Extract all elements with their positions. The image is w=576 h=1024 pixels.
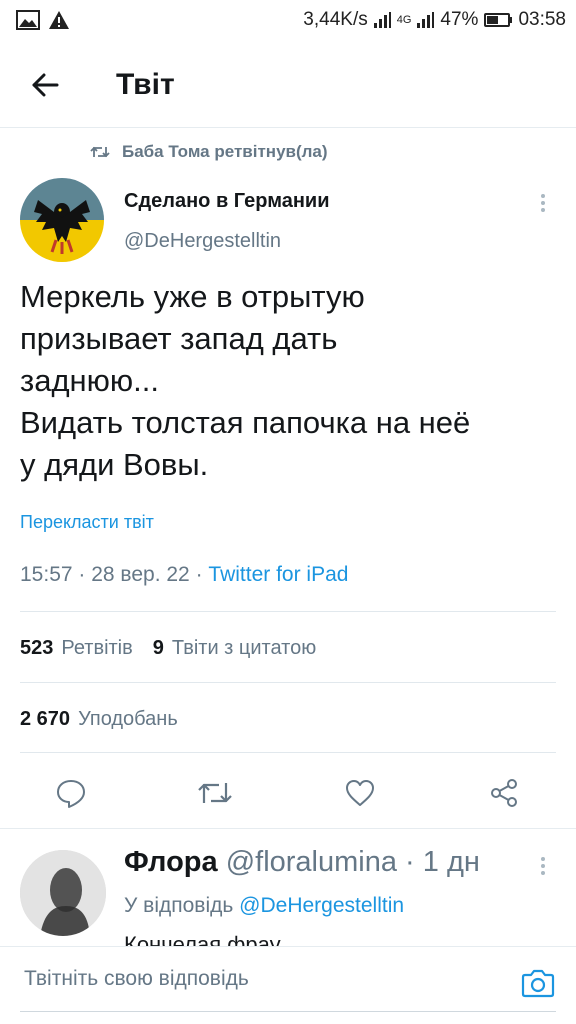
eagle-coat-of-arms-avatar <box>20 178 104 262</box>
replying-to: У відповідь @DeHergestelltin <box>124 894 404 918</box>
author-avatar[interactable] <box>20 178 104 262</box>
retweets-stat[interactable]: 523 Ретвітів <box>20 637 133 660</box>
meta-separator-2: · <box>195 563 209 586</box>
retweets-label: Ретвітів <box>61 637 133 659</box>
camera-button[interactable] <box>518 963 558 1003</box>
quotes-stat[interactable]: 9 Твіти з цитатою <box>153 637 316 660</box>
share-icon <box>491 779 517 807</box>
retweet-button[interactable] <box>192 770 238 816</box>
retweet-icon <box>90 146 110 158</box>
battery-icon <box>484 13 513 27</box>
reply-icon <box>57 780 85 808</box>
network-speed: 3,44K/s <box>303 9 368 30</box>
retweet-icon <box>198 783 232 803</box>
reply-time: 1 дн <box>422 846 480 878</box>
meta-separator: · <box>78 563 92 586</box>
tweet-date: 28 вер. 22 <box>91 563 190 586</box>
divider <box>20 752 556 753</box>
reply-button[interactable] <box>48 770 94 816</box>
reply-author-avatar[interactable] <box>20 850 106 936</box>
tweet-text: Меркель уже в отрытую призывает запад да… <box>20 279 471 482</box>
author-name[interactable]: Сделано в Германии <box>124 190 330 213</box>
warning-icon <box>49 11 69 29</box>
reply-author-handle[interactable]: @floralumina <box>226 846 397 878</box>
retweeted-by[interactable]: Баба Тома ретвітнув(ла) <box>90 142 328 162</box>
battery-percent: 47% <box>440 9 479 30</box>
compose-underline <box>20 1011 556 1012</box>
divider <box>20 611 556 612</box>
reply-more-options-icon[interactable] <box>531 851 555 881</box>
translate-tweet-link[interactable]: Перекласти твіт <box>20 512 154 533</box>
signal-icon-2 <box>417 12 435 28</box>
divider <box>20 682 556 683</box>
arrow-left-icon <box>32 73 59 96</box>
reply-header: Флора @floralumina · 1 дн <box>124 846 480 879</box>
replying-to-mention[interactable]: @DeHergestelltin <box>239 894 404 917</box>
clock: 03:58 <box>518 9 566 30</box>
reply-author-name[interactable]: Флора <box>124 846 218 878</box>
likes-stat[interactable]: 2 670 Уподобань <box>20 708 178 731</box>
reply-text: Кончелая фрау <box>124 932 281 946</box>
heart-icon <box>346 780 374 806</box>
page-title: Твіт <box>116 67 175 101</box>
back-button[interactable] <box>0 42 90 128</box>
tweet-time: 15:57 <box>20 563 73 586</box>
likes-label: Уподобань <box>78 708 178 730</box>
retweets-count: 523 <box>20 637 54 659</box>
author-handle[interactable]: @DeHergestelltin <box>124 230 281 253</box>
signal-icon <box>373 12 391 28</box>
share-button[interactable] <box>481 770 527 816</box>
tweet-action-bar <box>0 770 576 816</box>
status-right: 3,44K/s 4G 47% 03:58 <box>303 9 566 31</box>
tweet-source-link[interactable]: Twitter for iPad <box>208 563 348 586</box>
likes-count: 2 670 <box>20 708 71 730</box>
person-silhouette-avatar <box>20 850 106 936</box>
tweet-more-options-icon[interactable] <box>531 188 555 218</box>
status-bar: 3,44K/s 4G 47% 03:58 <box>0 0 576 40</box>
camera-icon <box>521 969 555 998</box>
quotes-count: 9 <box>152 637 164 659</box>
top-app-bar: Твіт <box>0 42 576 128</box>
retweeted-by-label: Баба Тома ретвітнув(ла) <box>122 142 328 161</box>
network-type: 4G <box>396 14 412 26</box>
status-left <box>16 10 70 30</box>
quotes-label: Твіти з цитатою <box>171 637 317 659</box>
replying-to-label: У відповідь <box>124 894 234 917</box>
reply-compose-bar <box>0 946 576 1024</box>
image-notification-icon <box>16 10 40 30</box>
reply-sep-dot: · <box>396 846 423 878</box>
engagement-stats: 523 Ретвітів 9 Твіти з цитатою <box>20 637 316 660</box>
reply-input[interactable] <box>24 967 484 991</box>
reply-separator <box>0 828 576 829</box>
tweet-meta: 15:57 · 28 вер. 22 · Twitter for iPad <box>20 563 348 587</box>
like-button[interactable] <box>337 770 383 816</box>
likes-stats: 2 670 Уподобань <box>20 708 178 731</box>
